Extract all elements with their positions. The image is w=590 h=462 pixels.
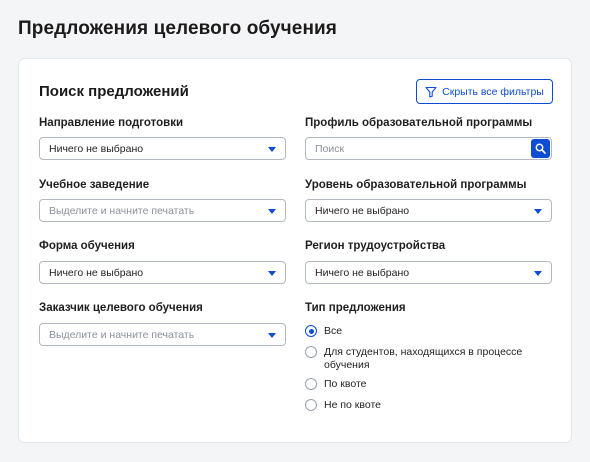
form-select-value: Ничего не выбрано xyxy=(49,266,144,279)
radio-label: Все xyxy=(324,325,343,337)
filter-icon xyxy=(425,86,437,98)
form-select[interactable]: Ничего не выбрано xyxy=(39,261,286,284)
customer-label: Заказчик целевого обучения xyxy=(39,302,203,314)
region-label: Регион трудоустройства xyxy=(305,240,446,252)
page-title: Предложения целевого обучения xyxy=(18,18,337,39)
chevron-down-icon xyxy=(534,271,542,276)
radio-button[interactable] xyxy=(305,346,317,358)
profile-search-input[interactable] xyxy=(315,142,515,155)
radio-button[interactable] xyxy=(305,399,317,411)
offer-type-radio-students[interactable]: Для студентов, находящихся в процессе об… xyxy=(305,346,534,371)
radio-label: Для студентов, находящихся в процессе об… xyxy=(324,346,523,371)
direction-label: Направление подготовки xyxy=(39,117,184,129)
customer-select[interactable]: Выделите и начните печатать xyxy=(39,323,286,346)
chevron-down-icon xyxy=(268,209,276,214)
search-button[interactable] xyxy=(531,139,550,158)
radio-label: Не по квоте xyxy=(324,399,381,411)
chevron-down-icon xyxy=(268,333,276,338)
profile-label: Профиль образовательной программы xyxy=(305,117,533,129)
search-panel-title: Поиск предложений xyxy=(39,83,189,100)
chevron-down-icon xyxy=(534,209,542,214)
level-select-value: Ничего не выбрано xyxy=(315,204,410,217)
customer-select-placeholder: Выделите и начните печатать xyxy=(49,328,195,341)
offer-type-radio-quota[interactable]: По квоте xyxy=(305,378,534,391)
offer-type-radio-all[interactable]: Все xyxy=(305,325,534,338)
direction-select[interactable]: Ничего не выбрано xyxy=(39,137,286,160)
region-select[interactable]: Ничего не выбрано xyxy=(305,261,552,284)
radio-label: По квоте xyxy=(324,378,367,390)
hide-filters-label: Скрыть все фильтры xyxy=(442,85,544,98)
chevron-down-icon xyxy=(268,271,276,276)
form-label: Форма обучения xyxy=(39,240,135,252)
offer-type-radio-no-quota[interactable]: Не по квоте xyxy=(305,399,534,412)
hide-filters-button[interactable]: Скрыть все фильтры xyxy=(416,79,553,104)
search-panel: Поиск предложений Скрыть все фильтры Нап… xyxy=(18,58,572,443)
radio-button-checked[interactable] xyxy=(305,325,317,337)
search-icon xyxy=(535,143,546,154)
profile-search-field xyxy=(305,137,552,160)
region-select-value: Ничего не выбрано xyxy=(315,266,410,279)
level-label: Уровень образовательной программы xyxy=(305,179,527,191)
offer-type-label: Тип предложения xyxy=(305,302,406,314)
level-select[interactable]: Ничего не выбрано xyxy=(305,199,552,222)
institution-select[interactable]: Выделите и начните печатать xyxy=(39,199,286,222)
institution-select-placeholder: Выделите и начните печатать xyxy=(49,204,195,217)
institution-label: Учебное заведение xyxy=(39,179,150,191)
chevron-down-icon xyxy=(268,147,276,152)
radio-button[interactable] xyxy=(305,378,317,390)
direction-select-value: Ничего не выбрано xyxy=(49,142,144,155)
